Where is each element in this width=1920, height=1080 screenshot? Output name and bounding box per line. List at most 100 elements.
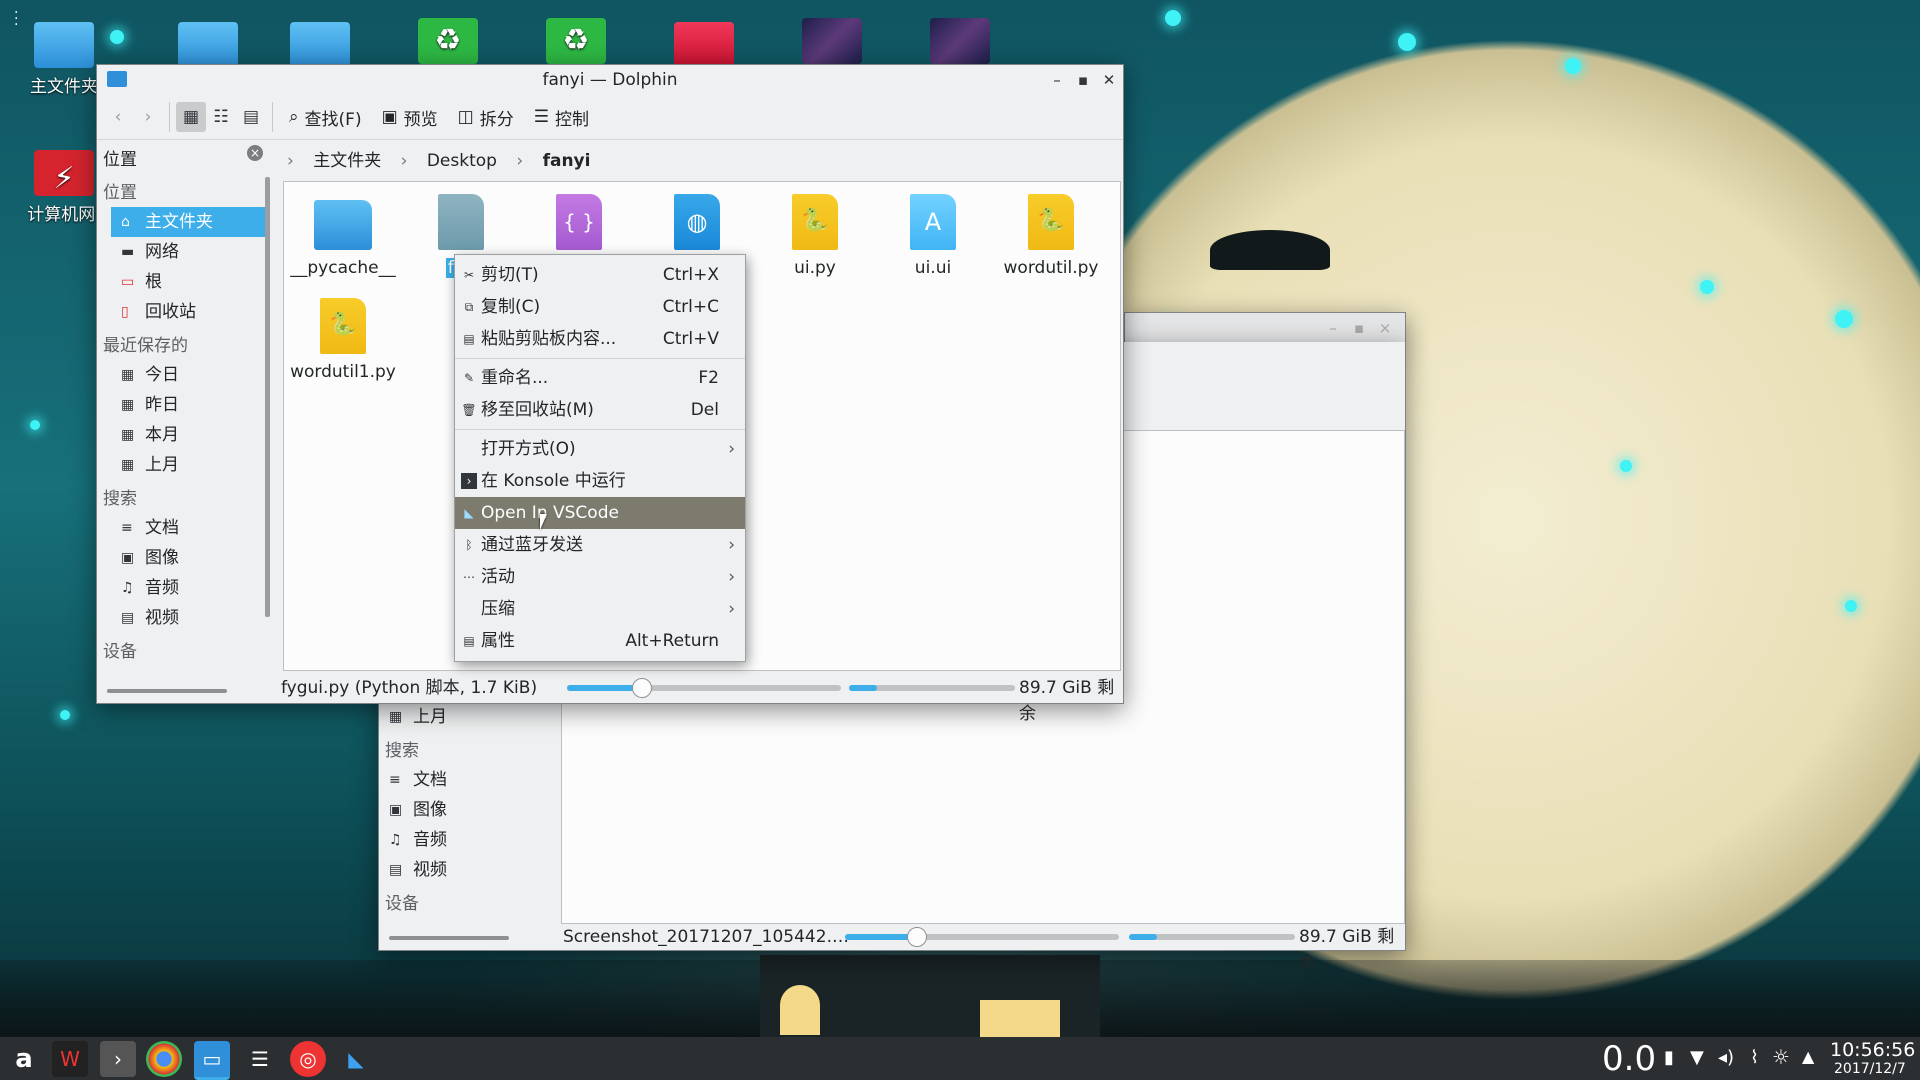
breadcrumb: › 主文件夹 › Desktop › fanyi xyxy=(287,141,604,181)
search-documents[interactable]: ≡ 文档 xyxy=(111,513,267,543)
mouse-cursor-icon xyxy=(540,514,547,530)
menu-item-activities[interactable]: ⋯ 活动 › xyxy=(455,561,745,593)
back-status-text: Screenshot_20171207_105442.… xyxy=(563,927,849,947)
disk-usage-bar xyxy=(849,685,1015,691)
tray-expand-icon[interactable]: ▲ xyxy=(1802,1047,1814,1066)
forward-arrow-icon[interactable]: › xyxy=(133,102,163,132)
details-view-icon[interactable]: ▤ xyxy=(236,102,266,132)
clock-time[interactable]: 10:56:56 xyxy=(1830,1039,1915,1061)
red-folder-icon xyxy=(674,22,734,68)
network-icon: ▬ xyxy=(121,244,135,260)
maximize-icon[interactable]: ▪ xyxy=(1347,313,1371,343)
file-item[interactable]: __pycache__ xyxy=(284,194,402,278)
back-zoom-slider[interactable] xyxy=(845,927,1119,947)
minimize-icon[interactable]: – xyxy=(1045,65,1069,95)
back-place-lastmonth[interactable]: ▦ 上月 xyxy=(379,702,549,732)
close-panel-icon[interactable]: × xyxy=(247,145,263,161)
menu-item-run-in-konsole[interactable]: › 在 Konsole 中运行 xyxy=(455,465,745,497)
recent-today[interactable]: ▦ 今日 xyxy=(111,360,267,390)
menu-item-copy[interactable]: ⧉ 复制(C) Ctrl+C xyxy=(455,291,745,323)
close-icon[interactable]: ✕ xyxy=(1097,65,1121,95)
clipboard-icon[interactable]: ▮ xyxy=(1664,1047,1674,1068)
weather-icon[interactable]: ☼ xyxy=(1772,1045,1790,1069)
desktop-menu-icon[interactable]: · · · xyxy=(14,6,18,32)
menu-item-paste[interactable]: ▤ 粘贴剪贴板内容... Ctrl+V xyxy=(455,323,745,355)
menu-item-send-bluetooth[interactable]: ᛒ 通过蓝牙发送 › xyxy=(455,529,745,561)
zoom-slider-knob[interactable] xyxy=(631,678,652,698)
menu-item-open-in-vscode[interactable]: ◣ Open In VSCode xyxy=(455,497,745,529)
window-titlebar[interactable]: fanyi — Dolphin – ▪ ✕ xyxy=(97,65,1123,95)
free-space-label: 89.7 GiB 剩余 xyxy=(1019,678,1115,724)
file-item[interactable]: wordutil1.py xyxy=(284,298,402,382)
video-icon: ▤ xyxy=(121,610,135,626)
recent-yesterday[interactable]: ▦ 昨日 xyxy=(111,390,267,420)
minimize-icon[interactable]: – xyxy=(1321,313,1345,343)
file-item[interactable]: A ui.ui xyxy=(874,194,992,278)
breadcrumb-desktop[interactable]: Desktop xyxy=(427,151,497,171)
wps-writer-icon[interactable]: W xyxy=(52,1041,88,1077)
places-hscrollbar[interactable] xyxy=(107,689,227,693)
desktop-trash-icon-2[interactable]: ♻ xyxy=(526,18,626,68)
place-root[interactable]: ▭ 根 xyxy=(111,267,267,297)
wifi-icon[interactable]: ▼ xyxy=(1690,1047,1704,1068)
close-icon[interactable]: × xyxy=(1373,313,1397,343)
control-menu-button[interactable]: ☰ 控制 xyxy=(524,101,599,133)
compact-view-icon[interactable]: ☷ xyxy=(206,102,236,132)
back-search-video[interactable]: ▤ 视频 xyxy=(379,855,549,885)
recent-last-month[interactable]: ▦ 上月 xyxy=(111,450,267,480)
back-window-titlebar[interactable]: – ▪ × xyxy=(1124,312,1406,346)
back-search-audio[interactable]: ♫ 音频 xyxy=(379,825,549,855)
recent-this-month[interactable]: ▦ 本月 xyxy=(111,420,267,450)
attachment-icon[interactable]: ⌇ xyxy=(1750,1047,1759,1068)
dolphin-taskbar-icon[interactable]: ▭ xyxy=(194,1041,230,1080)
menu-item-rename[interactable]: ✎ 重命名... F2 xyxy=(455,362,745,394)
netease-music-icon[interactable]: ◎ xyxy=(290,1041,326,1077)
place-network[interactable]: ▬ 网络 xyxy=(111,237,267,267)
menu-item-properties[interactable]: ▤ 属性 Alt+Return xyxy=(455,625,745,657)
vscode-taskbar-icon[interactable]: ◣ xyxy=(338,1041,374,1077)
menu-item-cut[interactable]: ✂ 剪切(T) Ctrl+X xyxy=(455,259,745,291)
ui-designer-file-icon: A xyxy=(910,194,956,250)
places-scrollbar[interactable] xyxy=(265,177,270,617)
clock-date[interactable]: 2017/12/7 xyxy=(1834,1061,1906,1077)
menu-item-compress[interactable]: 压缩 › xyxy=(455,593,745,625)
desktop-image-1[interactable] xyxy=(782,18,882,68)
settings-sliders-icon[interactable]: ☰ xyxy=(242,1041,278,1077)
split-button[interactable]: ◫ 拆分 xyxy=(448,101,524,133)
back-arrow-icon[interactable]: ‹ xyxy=(103,102,133,132)
maximize-icon[interactable]: ▪ xyxy=(1071,65,1095,95)
file-item[interactable]: ◍ xyxy=(638,194,756,258)
breadcrumb-current[interactable]: fanyi xyxy=(543,151,591,171)
search-video[interactable]: ▤ 视频 xyxy=(111,603,267,633)
chrome-icon[interactable] xyxy=(146,1041,182,1077)
preview-button[interactable]: ▣ 预览 xyxy=(372,101,448,133)
find-button[interactable]: ⌕ 查找(F) xyxy=(279,101,372,133)
chevron-right-icon: › xyxy=(728,567,735,587)
place-trash[interactable]: ▯ 回收站 xyxy=(111,297,267,327)
document-icon: ≡ xyxy=(389,772,401,788)
icons-view-icon[interactable]: ▦ xyxy=(176,102,206,132)
file-item[interactable]: wordutil.py xyxy=(992,194,1110,278)
menu-item-trash[interactable]: 🗑 移至回收站(M) Del xyxy=(455,394,745,426)
copy-icon: ⧉ xyxy=(464,300,474,314)
breadcrumb-home[interactable]: 主文件夹 xyxy=(313,151,381,171)
terminal-icon[interactable]: › xyxy=(100,1041,136,1077)
back-search-images[interactable]: ▣ 图像 xyxy=(379,795,549,825)
image-thumbnail-icon xyxy=(930,18,990,64)
root-folder-icon: ▭ xyxy=(121,274,135,290)
search-images[interactable]: ▣ 图像 xyxy=(111,543,267,573)
back-scrollbar[interactable] xyxy=(389,936,509,940)
desktop-image-2[interactable] xyxy=(910,18,1010,68)
volume-icon[interactable]: ◂) xyxy=(1718,1047,1734,1068)
search-audio[interactable]: ♫ 音频 xyxy=(111,573,267,603)
desktop-trash-icon-1[interactable]: ♻ xyxy=(398,18,498,68)
file-item[interactable]: ui.py xyxy=(756,194,874,278)
app-launcher-icon[interactable]: a xyxy=(6,1041,42,1077)
python-file-icon xyxy=(1028,194,1074,250)
menu-item-open-with[interactable]: 打开方式(O) › xyxy=(455,433,745,465)
back-search-docs[interactable]: ≡ 文档 xyxy=(379,765,549,795)
chevron-right-icon: › xyxy=(728,599,735,619)
zoom-slider[interactable] xyxy=(567,678,841,698)
place-home[interactable]: ⌂ 主文件夹 xyxy=(111,207,267,237)
file-item[interactable]: { } xyxy=(520,194,638,258)
